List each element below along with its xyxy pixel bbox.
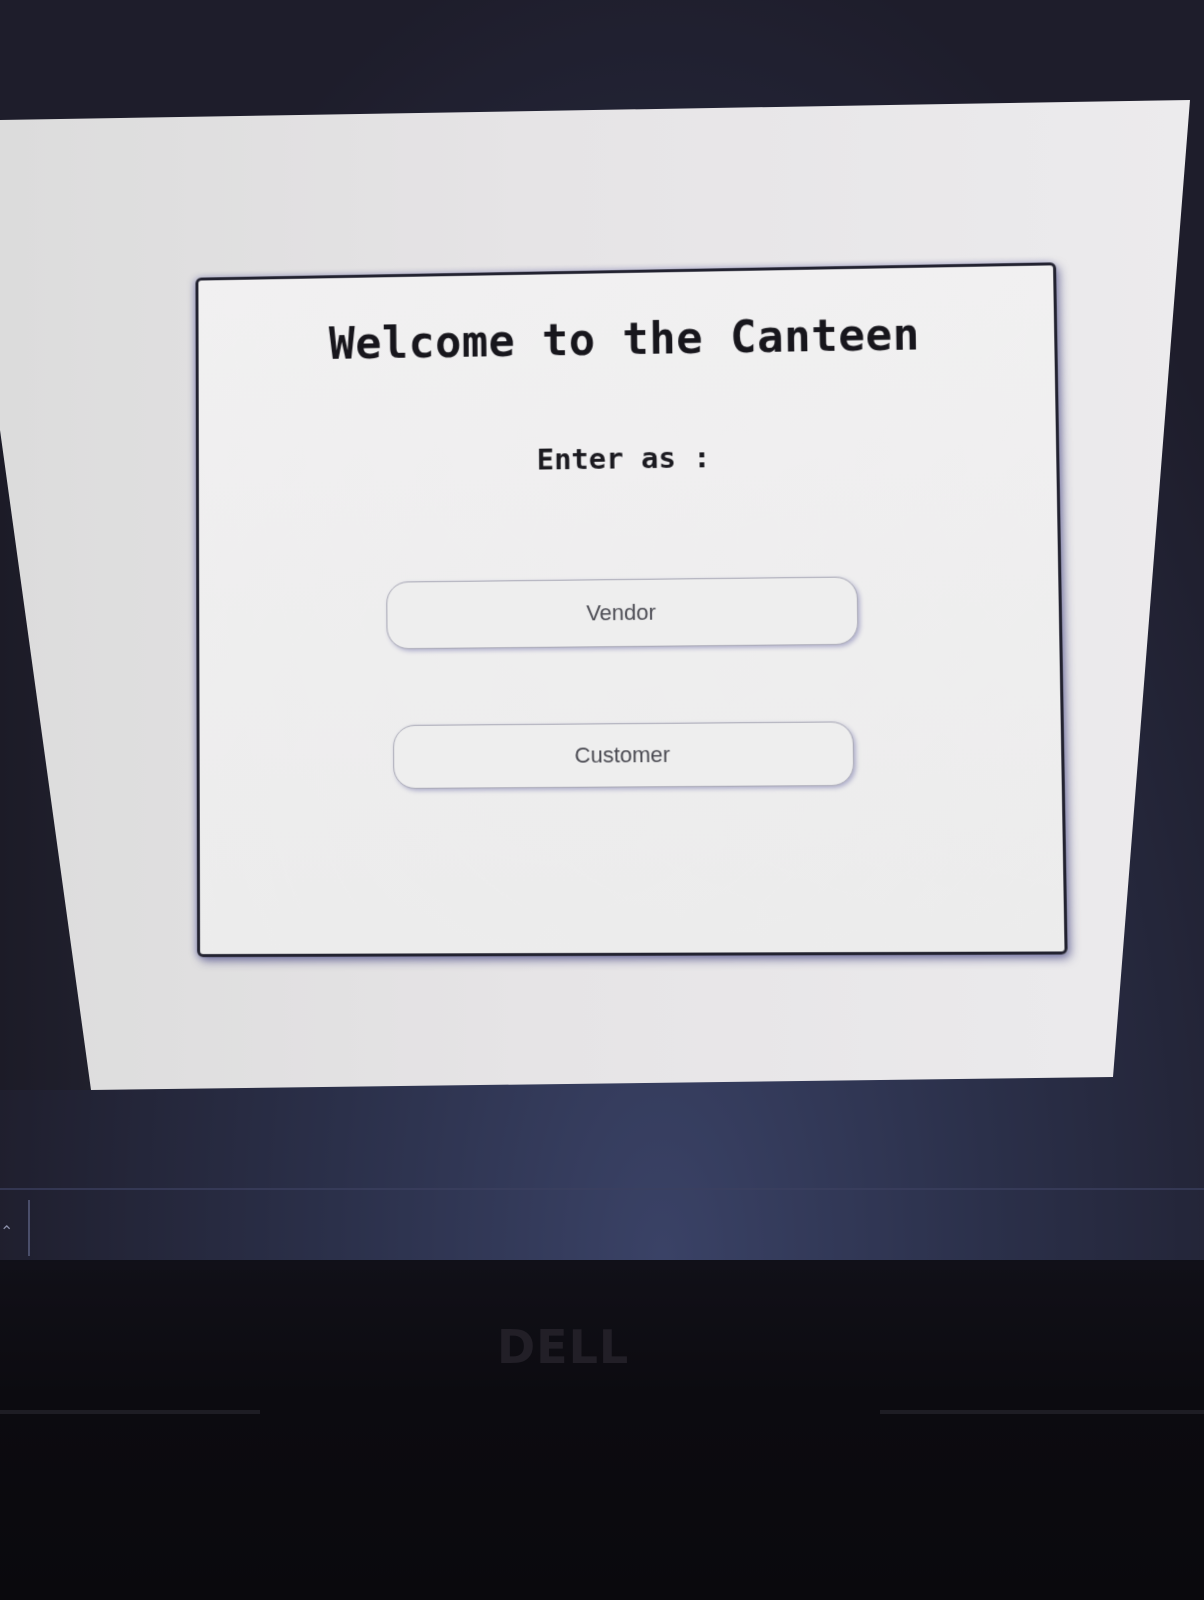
taskbar-separator bbox=[28, 1200, 30, 1256]
chevron-up-icon[interactable]: ⌃ bbox=[0, 1222, 13, 1242]
bezel-edge-left bbox=[0, 1410, 260, 1414]
enter-as-label: Enter as : bbox=[536, 440, 711, 477]
vendor-button[interactable]: Vendor bbox=[386, 576, 859, 650]
bezel-edge-right bbox=[880, 1410, 1204, 1414]
monitor-screen: Welcome to the Canteen Enter as : Vendor… bbox=[0, 0, 1204, 1260]
photo-frame: Welcome to the Canteen Enter as : Vendor… bbox=[0, 0, 1204, 1600]
page-title: Welcome to the Canteen bbox=[328, 309, 921, 370]
laptop-bezel bbox=[0, 1262, 1204, 1600]
taskbar-divider bbox=[0, 1188, 1204, 1190]
customer-button[interactable]: Customer bbox=[392, 721, 855, 789]
dell-logo: DELL bbox=[497, 1320, 630, 1374]
welcome-card: Welcome to the Canteen Enter as : Vendor… bbox=[195, 262, 1068, 958]
